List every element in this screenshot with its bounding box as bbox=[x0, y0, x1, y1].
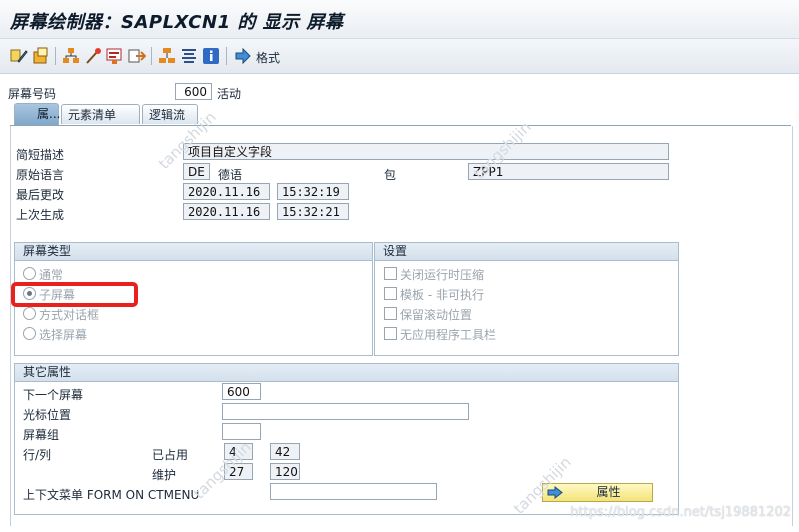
next-screen-field[interactable]: 600 bbox=[222, 383, 261, 400]
toolbar-separator bbox=[226, 47, 227, 65]
last-generated-label: 上次生成 bbox=[16, 208, 65, 222]
last-changed-time[interactable]: 15:32:19 bbox=[277, 183, 349, 200]
last-generated-time[interactable]: 15:32:21 bbox=[277, 203, 349, 220]
tab-flow-logic[interactable]: 逻辑流 bbox=[142, 104, 198, 124]
tab-element-list-label: 元素清单 bbox=[68, 108, 117, 122]
orig-lang-name: 德语 bbox=[218, 168, 243, 182]
orig-lang-code-field[interactable]: DE bbox=[183, 163, 210, 180]
checkbox-no-compression[interactable]: 关闭运行时压缩 bbox=[384, 266, 484, 283]
checkbox-no-compression-label: 关闭运行时压缩 bbox=[400, 268, 485, 282]
wand-icon[interactable] bbox=[84, 47, 102, 65]
checkbox-box bbox=[384, 307, 397, 320]
tab-flow-logic-label: 逻辑流 bbox=[149, 108, 186, 122]
tab-element-list[interactable]: 元素清单 bbox=[61, 104, 140, 124]
screen-group-label: 屏幕组 bbox=[23, 428, 60, 442]
next-screen-label: 下一个屏幕 bbox=[23, 388, 84, 402]
used-col-field[interactable]: 42 bbox=[270, 443, 300, 460]
other-object-icon[interactable] bbox=[32, 47, 50, 65]
checkbox-template[interactable]: 模板 - 非可执行 bbox=[384, 286, 484, 303]
radio-selection-screen[interactable]: 选择屏幕 bbox=[23, 326, 87, 343]
last-changed-date[interactable]: 2020.11.16 bbox=[183, 183, 270, 200]
package-label: 包 bbox=[384, 168, 397, 182]
attributes-button[interactable]: 属性 bbox=[542, 483, 653, 502]
radio-modal-dialog[interactable]: 方式对话框 bbox=[23, 306, 99, 323]
toolbar-separator bbox=[151, 47, 152, 65]
short-desc-field[interactable]: 项目自定义字段 bbox=[183, 143, 669, 160]
context-menu-label: 上下文菜单 FORM ON CTMENU bbox=[23, 488, 200, 502]
align-icon[interactable] bbox=[180, 47, 198, 65]
window-title: 屏幕绘制器：SAPLXCN1 的 显示 屏幕 bbox=[10, 12, 344, 33]
attributes-button-label: 属性 bbox=[596, 485, 621, 499]
layout-editor-icon[interactable] bbox=[106, 47, 124, 65]
application-toolbar: 格式 bbox=[0, 39, 799, 74]
last-changed-label: 最后更改 bbox=[16, 188, 65, 202]
source-credit: https://blog.csdn.net/tsj19881202 bbox=[570, 505, 791, 520]
last-generated-date[interactable]: 2020.11.16 bbox=[183, 203, 270, 220]
checkbox-template-label: 模板 - 非可执行 bbox=[400, 288, 484, 302]
screen-type-title: 屏幕类型 bbox=[15, 243, 372, 261]
settings-title: 设置 bbox=[375, 243, 678, 261]
checkbox-box bbox=[384, 267, 397, 280]
row-col-label: 行/列 bbox=[23, 448, 52, 462]
tab-attributes-label: 属... bbox=[37, 107, 61, 121]
other-attributes-title: 其它属性 bbox=[15, 364, 678, 382]
arrow-right-icon[interactable] bbox=[234, 47, 252, 65]
radio-normal-label: 通常 bbox=[39, 268, 64, 282]
flow-logic-icon[interactable] bbox=[158, 47, 176, 65]
toggle-edit-icon[interactable] bbox=[10, 47, 28, 65]
tab-attributes[interactable]: 属... bbox=[14, 103, 61, 126]
checkbox-box bbox=[384, 287, 397, 300]
element-list-icon[interactable] bbox=[128, 47, 147, 65]
checkbox-keep-scroll[interactable]: 保留滚动位置 bbox=[384, 306, 472, 323]
checkbox-keep-scroll-label: 保留滚动位置 bbox=[400, 308, 473, 322]
short-desc-label: 简短描述 bbox=[16, 148, 65, 162]
maint-label: 维护 bbox=[152, 468, 177, 482]
screen-status: 活动 bbox=[217, 87, 242, 101]
hierarchy-icon[interactable] bbox=[62, 47, 80, 65]
radio-modal-dialog-label: 方式对话框 bbox=[39, 308, 100, 322]
screen-number-label: 屏幕号码 bbox=[8, 87, 57, 101]
radio-circle bbox=[23, 267, 36, 280]
cursor-pos-label: 光标位置 bbox=[23, 408, 72, 422]
maint-col-field[interactable]: 120 bbox=[270, 463, 300, 480]
highlight-annotation bbox=[11, 282, 138, 307]
context-menu-field[interactable] bbox=[270, 483, 437, 500]
radio-circle bbox=[23, 327, 36, 340]
title-bar: 屏幕绘制器：SAPLXCN1 的 显示 屏幕 bbox=[0, 0, 799, 39]
format-button-label[interactable]: 格式 bbox=[256, 49, 280, 66]
radio-circle bbox=[23, 307, 36, 320]
radio-selection-screen-label: 选择屏幕 bbox=[39, 328, 88, 342]
checkbox-no-app-toolbar[interactable]: 无应用程序工具栏 bbox=[384, 326, 496, 343]
screen-number-field[interactable]: 600 bbox=[175, 83, 212, 100]
info-icon[interactable] bbox=[202, 47, 220, 65]
checkbox-box bbox=[384, 327, 397, 340]
radio-normal[interactable]: 通常 bbox=[23, 266, 63, 283]
checkbox-no-app-toolbar-label: 无应用程序工具栏 bbox=[400, 328, 497, 342]
orig-lang-label: 原始语言 bbox=[16, 168, 65, 182]
used-label: 已占用 bbox=[152, 448, 189, 462]
cursor-pos-field[interactable] bbox=[222, 403, 469, 420]
toolbar-separator bbox=[55, 47, 56, 65]
